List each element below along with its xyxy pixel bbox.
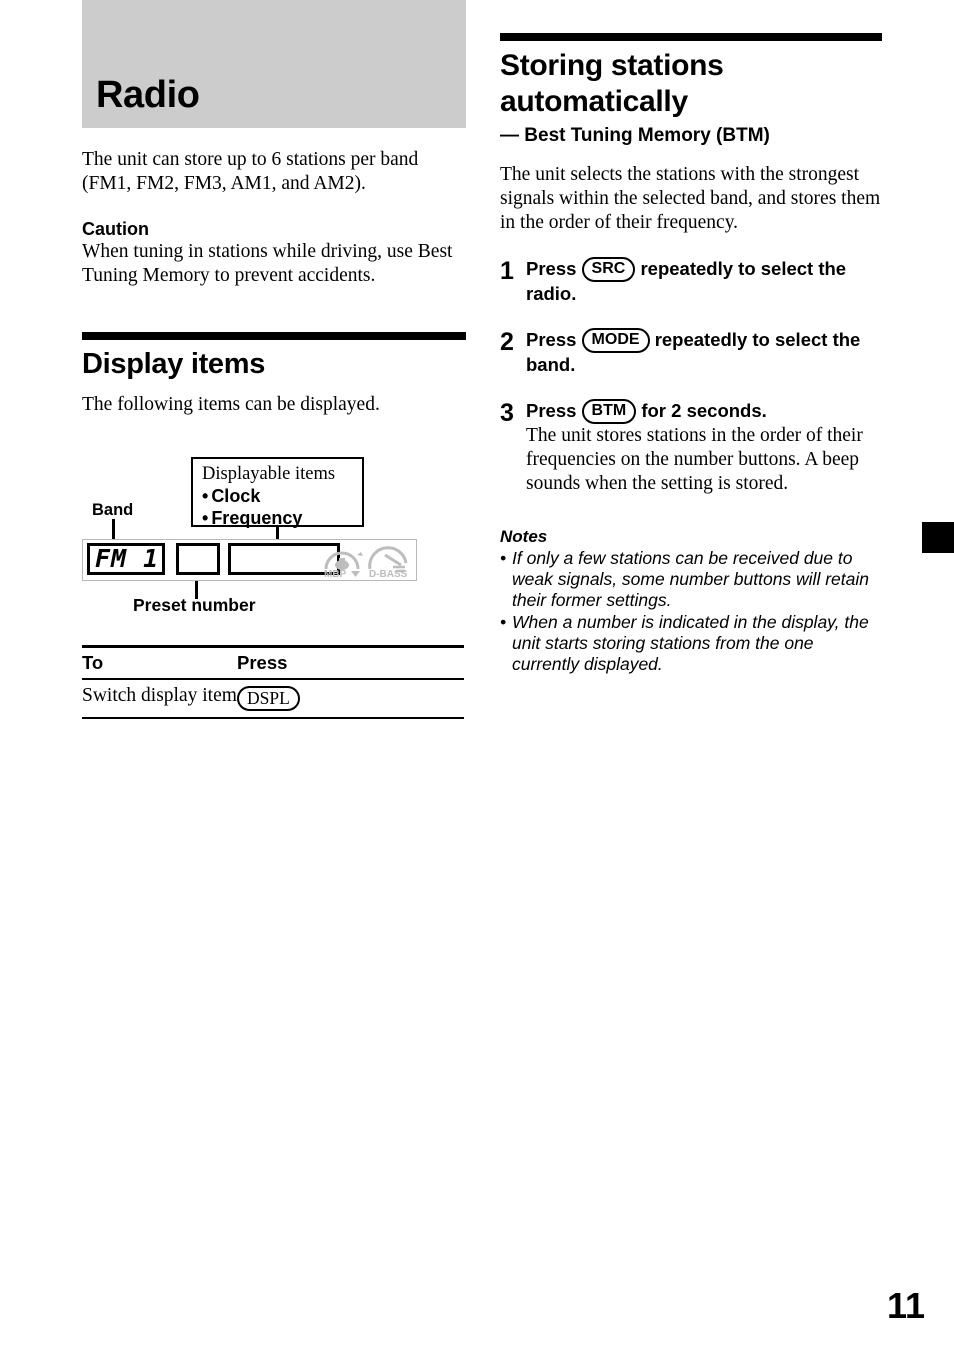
lcd-indicator-icons: MBP D-BASS: [321, 541, 413, 580]
lcd-preset-number-field: [176, 543, 220, 575]
diagram-preset-number-label: Preset number: [133, 595, 256, 615]
step-3: 3 Press BTM for 2 seconds. The unit stor…: [500, 399, 882, 496]
step-1-before-text: Press: [526, 258, 577, 279]
note-bullet: •: [500, 612, 507, 632]
note-text: When a number is indicated in the displa…: [512, 612, 869, 674]
src-key-button[interactable]: SRC: [581, 257, 636, 282]
section-title-display-items: Display items: [82, 348, 266, 380]
step-3-before-text: Press: [526, 400, 577, 421]
section-subtitle-btm: — Best Tuning Memory (BTM): [500, 125, 770, 146]
bullet-glyph: •: [202, 508, 209, 528]
callout-heading: Displayable items: [202, 464, 336, 484]
step-2-after-text: repeatedly to select the band.: [526, 329, 861, 375]
mbp-label: MBP: [324, 569, 347, 579]
callout-item-clock-label: Clock: [211, 486, 261, 506]
table-header-press: Press: [237, 652, 288, 673]
callout-item-frequency-label: Frequency: [211, 508, 303, 528]
callout-item-clock: • Clock: [202, 485, 362, 507]
lcd-band-value: FM 1: [95, 544, 160, 573]
displayable-items-callout: Displayable items • Clock • Frequency: [191, 457, 364, 529]
note-text: If only a few stations can be received d…: [512, 548, 869, 610]
page-edge-thumb-tab: [922, 522, 954, 553]
table-header-to: To: [82, 652, 104, 673]
chapter-header-band: Radio: [82, 0, 466, 128]
btm-key-button[interactable]: BTM: [581, 399, 637, 424]
band-leader-line: [112, 519, 115, 541]
mbp-dbass-icon-group: MBP D-BASS: [324, 546, 408, 580]
display-diagram: Band Displayable items • Clock • Frequency…: [82, 431, 466, 621]
right-column: Storing stations automatically — Best Tu…: [500, 33, 882, 675]
bullet-glyph: •: [202, 486, 209, 506]
callout-item-frequency: • Frequency: [202, 507, 362, 529]
chapter-intro-text: The unit can store up to 6 stations per …: [82, 149, 419, 194]
section-rule-storing-stations: [500, 33, 882, 41]
table-cell-to: Switch display item: [82, 685, 237, 706]
mbp-spark-icon: [357, 552, 363, 556]
notes-heading: Notes: [500, 527, 548, 546]
chapter-title: Radio: [96, 74, 200, 116]
section-rule-display-items: [82, 332, 466, 340]
table-header-row: To Press: [82, 648, 464, 678]
dbass-needle-icon: [384, 553, 402, 567]
table-row: Switch display item DSPL: [82, 680, 464, 717]
step-1: 1 Press SRC repeatedly to select the rad…: [500, 257, 882, 306]
left-column: Radio The unit can store up to 6 station…: [82, 0, 466, 719]
caution-body-text: When tuning in stations while driving, u…: [82, 241, 453, 286]
step-2-number: 2: [500, 328, 514, 356]
notes-block: Notes • If only a few stations can be re…: [500, 526, 882, 675]
storing-stations-intro: The unit selects the stations with the s…: [500, 164, 881, 233]
note-item: • When a number is indicated in the disp…: [500, 612, 882, 675]
table-cell-press: DSPL: [237, 684, 300, 711]
step-3-instruction: Press BTM for 2 seconds.: [526, 399, 882, 424]
step-2-instruction: Press MODE repeatedly to select the band…: [526, 328, 882, 377]
diagram-band-label: Band: [92, 501, 134, 519]
step-3-body: Press BTM for 2 seconds. The unit stores…: [526, 399, 882, 496]
step-2-body: Press MODE repeatedly to select the band…: [526, 328, 882, 377]
mbp-arrow-icon: [351, 571, 360, 577]
section-title-storing-stations: Storing stations automatically: [500, 49, 724, 118]
display-items-table: To Press Switch display item DSPL: [82, 645, 464, 719]
step-1-body: Press SRC repeatedly to select the radio…: [526, 257, 882, 306]
dbass-label: D-BASS: [369, 569, 408, 579]
step-2-before-text: Press: [526, 329, 577, 350]
mode-key-button[interactable]: MODE: [581, 328, 650, 353]
step-1-number: 1: [500, 257, 514, 285]
lcd-band-field: FM 1: [87, 543, 165, 575]
note-bullet: •: [500, 548, 507, 568]
step-3-number: 3: [500, 399, 514, 427]
mbp-knob-stem-icon: [339, 558, 345, 564]
section-subtitle-display-items: The following items can be displayed.: [82, 394, 380, 415]
page-number: 11: [886, 1285, 926, 1326]
step-1-instruction: Press SRC repeatedly to select the radio…: [526, 257, 882, 306]
manual-page: Radio The unit can store up to 6 station…: [0, 0, 954, 1352]
dspl-key-button[interactable]: DSPL: [237, 686, 300, 711]
caution-heading: Caution: [82, 219, 149, 239]
step-3-detail: The unit stores stations in the order of…: [526, 425, 863, 494]
table-rule-bottom: [82, 717, 464, 719]
note-item: • If only a few stations can be received…: [500, 548, 882, 611]
step-3-after-text: for 2 seconds.: [641, 400, 767, 421]
step-2: 2 Press MODE repeatedly to select the ba…: [500, 328, 882, 377]
lcd-display-panel: FM 1 MBP D-BASS: [82, 539, 417, 581]
